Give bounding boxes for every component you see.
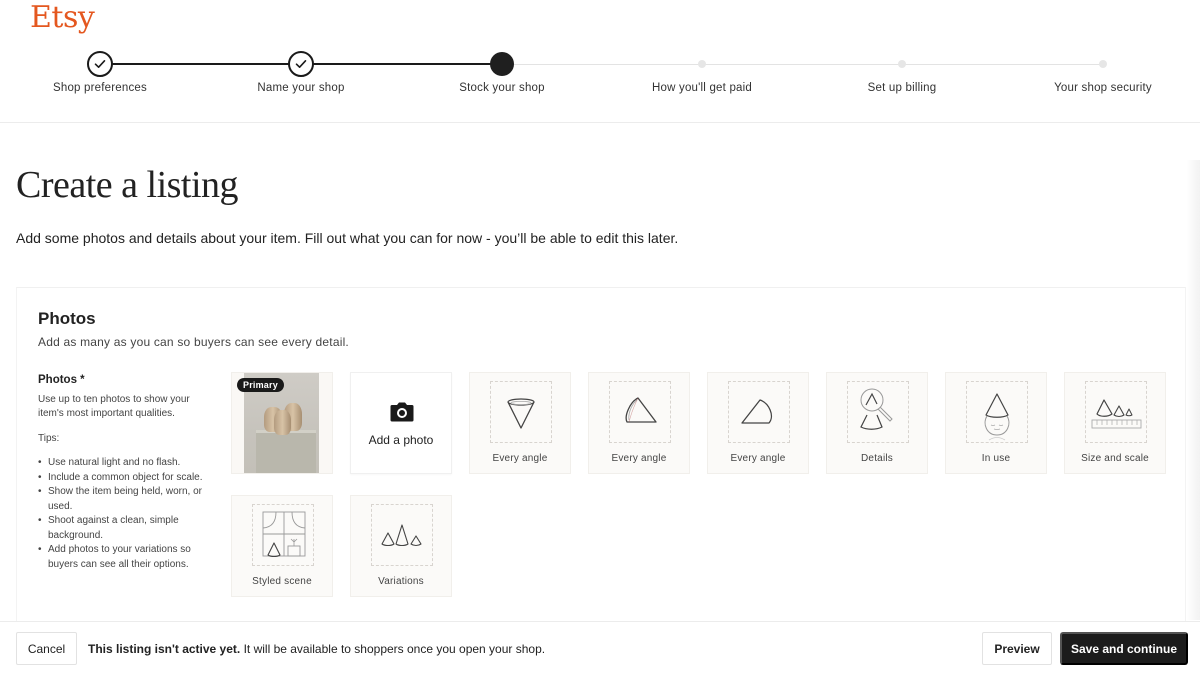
camera-icon xyxy=(390,402,414,422)
step-set-up-billing: Set up billing xyxy=(802,48,1002,94)
cone-hat-face-icon xyxy=(984,393,1010,441)
photos-section: Photos Add as many as you can so buyers … xyxy=(16,287,1186,627)
tips-list: Use natural light and no flash. Include … xyxy=(38,456,208,572)
step-label: Set up billing xyxy=(867,82,937,94)
slot-label: Every angle xyxy=(730,453,786,464)
onboarding-stepper: Shop preferences Name your shop Stock yo… xyxy=(0,48,1200,122)
primary-badge: Primary xyxy=(237,378,284,392)
step-how-youll-get-paid: How you'll get paid xyxy=(602,48,802,94)
tip-item: Include a common object for scale. xyxy=(38,471,208,486)
step-label: Name your shop xyxy=(257,82,345,94)
tip-item: Shoot against a clean, simple background… xyxy=(38,514,208,543)
magnifier-cone-icon xyxy=(860,388,893,430)
photo-slot-details[interactable]: Details xyxy=(826,372,928,474)
tip-item: Add photos to your variations so buyers … xyxy=(38,543,208,572)
photos-field-label: Photos * xyxy=(38,374,85,386)
side-panel-shadow xyxy=(1186,160,1200,620)
step-label: Your shop security xyxy=(1054,82,1152,94)
cone-back-icon xyxy=(741,399,773,424)
photo-slot-size-and-scale[interactable]: Size and scale xyxy=(1064,372,1166,474)
pending-step-dot xyxy=(898,60,906,68)
check-icon xyxy=(288,51,314,77)
tips-label: Tips: xyxy=(38,432,60,444)
window-scene-icon xyxy=(262,511,306,558)
step-shop-preferences[interactable]: Shop preferences xyxy=(0,48,200,94)
photo-slot-every-angle[interactable]: Every angle xyxy=(707,372,809,474)
current-step-dot xyxy=(490,52,514,76)
slot-label: In use xyxy=(981,453,1011,464)
step-stock-your-shop[interactable]: Stock your shop xyxy=(402,48,602,94)
cones-ruler-icon xyxy=(1091,399,1142,429)
slot-label: Styled scene xyxy=(252,576,312,587)
step-your-shop-security: Your shop security xyxy=(1003,48,1200,94)
step-label: How you'll get paid xyxy=(652,82,752,94)
tip-item: Show the item being held, worn, or used. xyxy=(38,485,208,514)
page-title: Create a listing xyxy=(16,164,239,206)
photo-tips: Photos * Use up to ten photos to show yo… xyxy=(38,373,208,572)
slot-label: Every angle xyxy=(492,453,548,464)
photo-slot-every-angle[interactable]: Every angle xyxy=(588,372,690,474)
add-photo-label: Add a photo xyxy=(368,433,434,447)
photo-slot-every-angle[interactable]: Every angle xyxy=(469,372,571,474)
slot-label: Every angle xyxy=(611,453,667,464)
cancel-button[interactable]: Cancel xyxy=(16,632,77,665)
listing-status-notice: This listing isn't active yet. It will b… xyxy=(88,642,545,656)
section-description: Add as many as you can so buyers can see… xyxy=(38,335,349,349)
primary-photo-tile[interactable]: Primary xyxy=(231,372,333,474)
etsy-logo[interactable]: Etsy xyxy=(30,0,95,35)
check-icon xyxy=(87,51,113,77)
slot-label: Details xyxy=(861,453,893,464)
slot-label: Size and scale xyxy=(1081,453,1149,464)
step-name-your-shop[interactable]: Name your shop xyxy=(201,48,401,94)
header-divider xyxy=(0,122,1200,123)
photo-slot-in-use[interactable]: In use xyxy=(945,372,1047,474)
photos-field-intro: Use up to ten photos to show your item's… xyxy=(38,393,190,420)
add-photo-button[interactable]: Add a photo xyxy=(350,372,452,474)
pending-step-dot xyxy=(1099,60,1107,68)
pending-step-dot xyxy=(698,60,706,68)
section-title: Photos xyxy=(38,309,96,328)
action-bar: Cancel This listing isn't active yet. It… xyxy=(0,621,1200,675)
page-subtitle: Add some photos and details about your i… xyxy=(16,230,679,246)
cone-side-icon xyxy=(625,397,657,423)
tip-item: Use natural light and no flash. xyxy=(38,456,208,471)
slot-label: Variations xyxy=(378,576,424,587)
step-label: Shop preferences xyxy=(53,82,147,94)
notice-text: It will be available to shoppers once yo… xyxy=(240,642,546,656)
three-cones-icon xyxy=(381,524,422,547)
notice-bold: This listing isn't active yet. xyxy=(88,642,241,656)
photo-slot-variations[interactable]: Variations xyxy=(350,495,452,597)
preview-button[interactable]: Preview xyxy=(982,632,1052,665)
cone-front-icon xyxy=(507,398,535,429)
save-and-continue-button[interactable]: Save and continue xyxy=(1060,632,1188,665)
step-label: Stock your shop xyxy=(459,82,545,94)
photo-slot-styled-scene[interactable]: Styled scene xyxy=(231,495,333,597)
